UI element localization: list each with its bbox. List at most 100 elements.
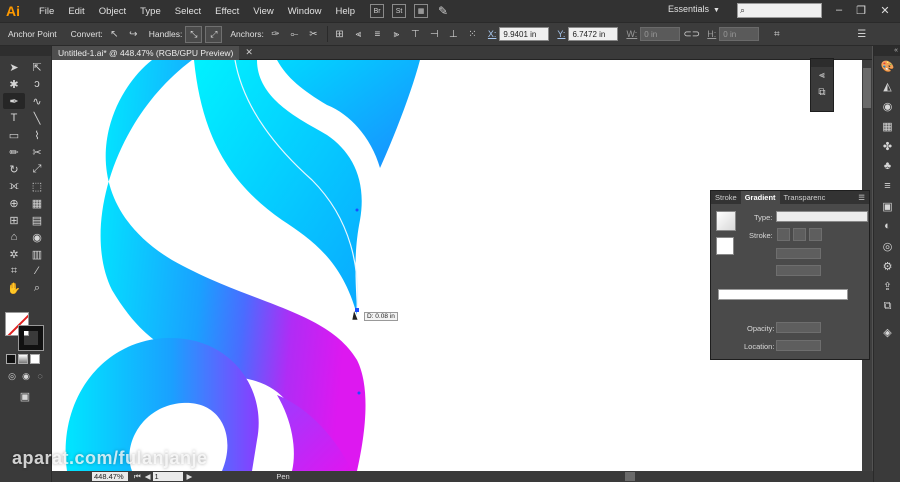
stock-icon[interactable]: St (392, 4, 407, 18)
pen-tool-icon[interactable]: ✒ (3, 93, 25, 109)
convert-to-corner-icon[interactable]: ↖ (107, 27, 122, 42)
panel-grip[interactable] (811, 59, 833, 67)
align-right-icon[interactable]: ⫸ (389, 27, 404, 42)
angle-field[interactable] (776, 248, 821, 259)
bridge-icon[interactable]: Br (370, 4, 385, 18)
stroke-across-icon[interactable] (809, 228, 822, 241)
gradient-preview-swatch[interactable] (716, 211, 736, 231)
x-field[interactable]: 9.9401 in (499, 27, 550, 41)
fill-stroke-widget[interactable] (5, 312, 45, 351)
perspective-grid-tool-icon[interactable]: ▦ (26, 195, 48, 211)
zoom-field[interactable]: 448.47% (92, 472, 128, 481)
document-tab[interactable]: Untitled-1.ai* @ 448.47% (RGB/GPU Previe… (52, 45, 240, 60)
none-mode-icon[interactable] (30, 354, 40, 364)
search-input[interactable]: ⌕ (737, 3, 822, 18)
graphic-styles-icon[interactable]: ⚙ (874, 256, 900, 276)
scissors-tool-icon[interactable]: ✂ (26, 144, 48, 160)
pencil-tool-icon[interactable]: ✏ (3, 144, 25, 160)
opacity-field[interactable] (776, 322, 821, 333)
rectangle-tool-icon[interactable]: ▭ (3, 127, 25, 143)
cut-path-icon[interactable]: ✂ (306, 27, 321, 42)
stroke-swatch[interactable] (18, 325, 44, 351)
align-bottom-icon[interactable]: ⊥ (446, 27, 461, 42)
scale-tool-icon[interactable]: ⤢ (26, 161, 48, 177)
eyedropper-tool-icon[interactable]: ⌂ (3, 229, 25, 245)
gradient-slider[interactable] (718, 289, 848, 300)
stroke-within-icon[interactable] (777, 228, 790, 241)
artboards-panel-icon[interactable]: ⧉ (874, 296, 900, 316)
draw-inside-icon[interactable]: ◌ (34, 370, 46, 382)
screen-mode-icon[interactable]: ▣ (14, 388, 36, 404)
next-artboard-icon[interactable]: ▶ (187, 472, 193, 481)
menu-view[interactable]: View (246, 6, 280, 17)
tab-gradient[interactable]: Gradient (740, 191, 780, 204)
previous-artboard-icon[interactable]: ◀ (145, 472, 151, 481)
connect-anchors-icon[interactable]: ⟜ (287, 27, 302, 42)
tab-stroke[interactable]: Stroke (711, 191, 741, 204)
menu-select[interactable]: Select (168, 6, 208, 17)
color-mode-icon[interactable] (6, 354, 16, 364)
hide-handles-icon[interactable]: ⤢ (205, 25, 223, 43)
magic-wand-tool-icon[interactable]: ✱ (3, 76, 25, 92)
column-graph-tool-icon[interactable]: ▥ (26, 246, 48, 262)
w-field[interactable]: 0 in (640, 27, 681, 41)
isolate-icon[interactable]: ⌗ (769, 27, 784, 42)
shape-builder-tool-icon[interactable]: ⊕ (3, 195, 25, 211)
gradient-mode-icon[interactable] (18, 354, 28, 364)
close-icon[interactable]: ✕ (245, 47, 253, 58)
color-themes-icon[interactable]: ◉ (874, 96, 900, 116)
scrollbar-thumb[interactable] (863, 68, 871, 108)
draw-behind-icon[interactable]: ◉ (20, 370, 32, 382)
menu-file[interactable]: File (32, 6, 61, 17)
appearance-panel-icon[interactable]: ◎ (874, 236, 900, 256)
convert-to-smooth-icon[interactable]: ↪ (126, 27, 141, 42)
brushes-icon[interactable]: ✤ (874, 136, 900, 156)
panel-grip[interactable] (0, 46, 51, 56)
type-tool-icon[interactable]: T (3, 110, 25, 126)
gradient-panel-icon[interactable]: ▣ (874, 196, 900, 216)
rotate-tool-icon[interactable]: ↻ (3, 161, 25, 177)
hand-tool-icon[interactable]: ✋ (3, 280, 25, 296)
selection-tool-icon[interactable]: ➤ (3, 59, 25, 75)
fill-stroke-swatch[interactable] (716, 237, 734, 255)
curvature-tool-icon[interactable]: ∿ (26, 93, 48, 109)
restore-button[interactable]: ❐ (852, 2, 870, 18)
free-transform-tool-icon[interactable]: ⬚ (26, 178, 48, 194)
first-artboard-icon[interactable]: ⏮ (134, 472, 141, 482)
layers-panel-icon[interactable]: ◈ (874, 322, 900, 342)
y-field[interactable]: 6.7472 in (568, 27, 619, 41)
menu-type[interactable]: Type (133, 6, 168, 17)
swatches-icon[interactable]: ▦ (874, 116, 900, 136)
minimize-button[interactable]: – (830, 2, 848, 18)
panel-menu-icon[interactable]: ☰ (854, 27, 869, 42)
tab-transparency[interactable]: Transparenc (780, 191, 830, 204)
location-field[interactable] (776, 340, 821, 351)
gradient-type-select[interactable] (776, 211, 868, 222)
menu-edit[interactable]: Edit (61, 6, 91, 17)
width-tool-icon[interactable]: ⟗ (3, 178, 25, 194)
arrange-documents-icon[interactable]: ▦ (414, 4, 429, 18)
panel-menu-icon[interactable]: ☰ (854, 191, 869, 204)
align-to-icon[interactable]: ⊞ (332, 27, 347, 42)
gradient-tool-icon[interactable]: ▤ (26, 212, 48, 228)
menu-help[interactable]: Help (329, 6, 363, 17)
dock-grip[interactable]: « (874, 46, 900, 56)
constrain-link-icon[interactable]: ⊂⊃ (683, 27, 700, 42)
artboard-tool-icon[interactable]: ⌗ (3, 263, 25, 279)
align-middle-icon[interactable]: ⊣ (427, 27, 442, 42)
gpu-performance-icon[interactable]: ✎ (436, 4, 450, 18)
asset-export-icon[interactable]: ⇪ (874, 276, 900, 296)
color-guide-icon[interactable]: ◭ (874, 76, 900, 96)
align-center-icon[interactable]: ≡ (370, 27, 385, 42)
stroke-panel-icon[interactable]: ≡ (874, 176, 900, 196)
y-label[interactable]: Y: (557, 29, 565, 39)
color-panel-icon[interactable]: 🎨 (874, 56, 900, 76)
lasso-tool-icon[interactable]: ↄ (26, 76, 48, 92)
align-panel-icon[interactable]: ⫷ (811, 67, 833, 84)
pathfinder-icon[interactable]: ⧉ (811, 84, 833, 101)
horizontal-scrollbar-thumb[interactable] (625, 472, 635, 481)
workspace-switcher[interactable]: Essentials ▼ (668, 4, 720, 14)
menu-window[interactable]: Window (281, 6, 329, 17)
h-label[interactable]: H: (707, 29, 716, 39)
paintbrush-tool-icon[interactable]: ⌇ (26, 127, 48, 143)
